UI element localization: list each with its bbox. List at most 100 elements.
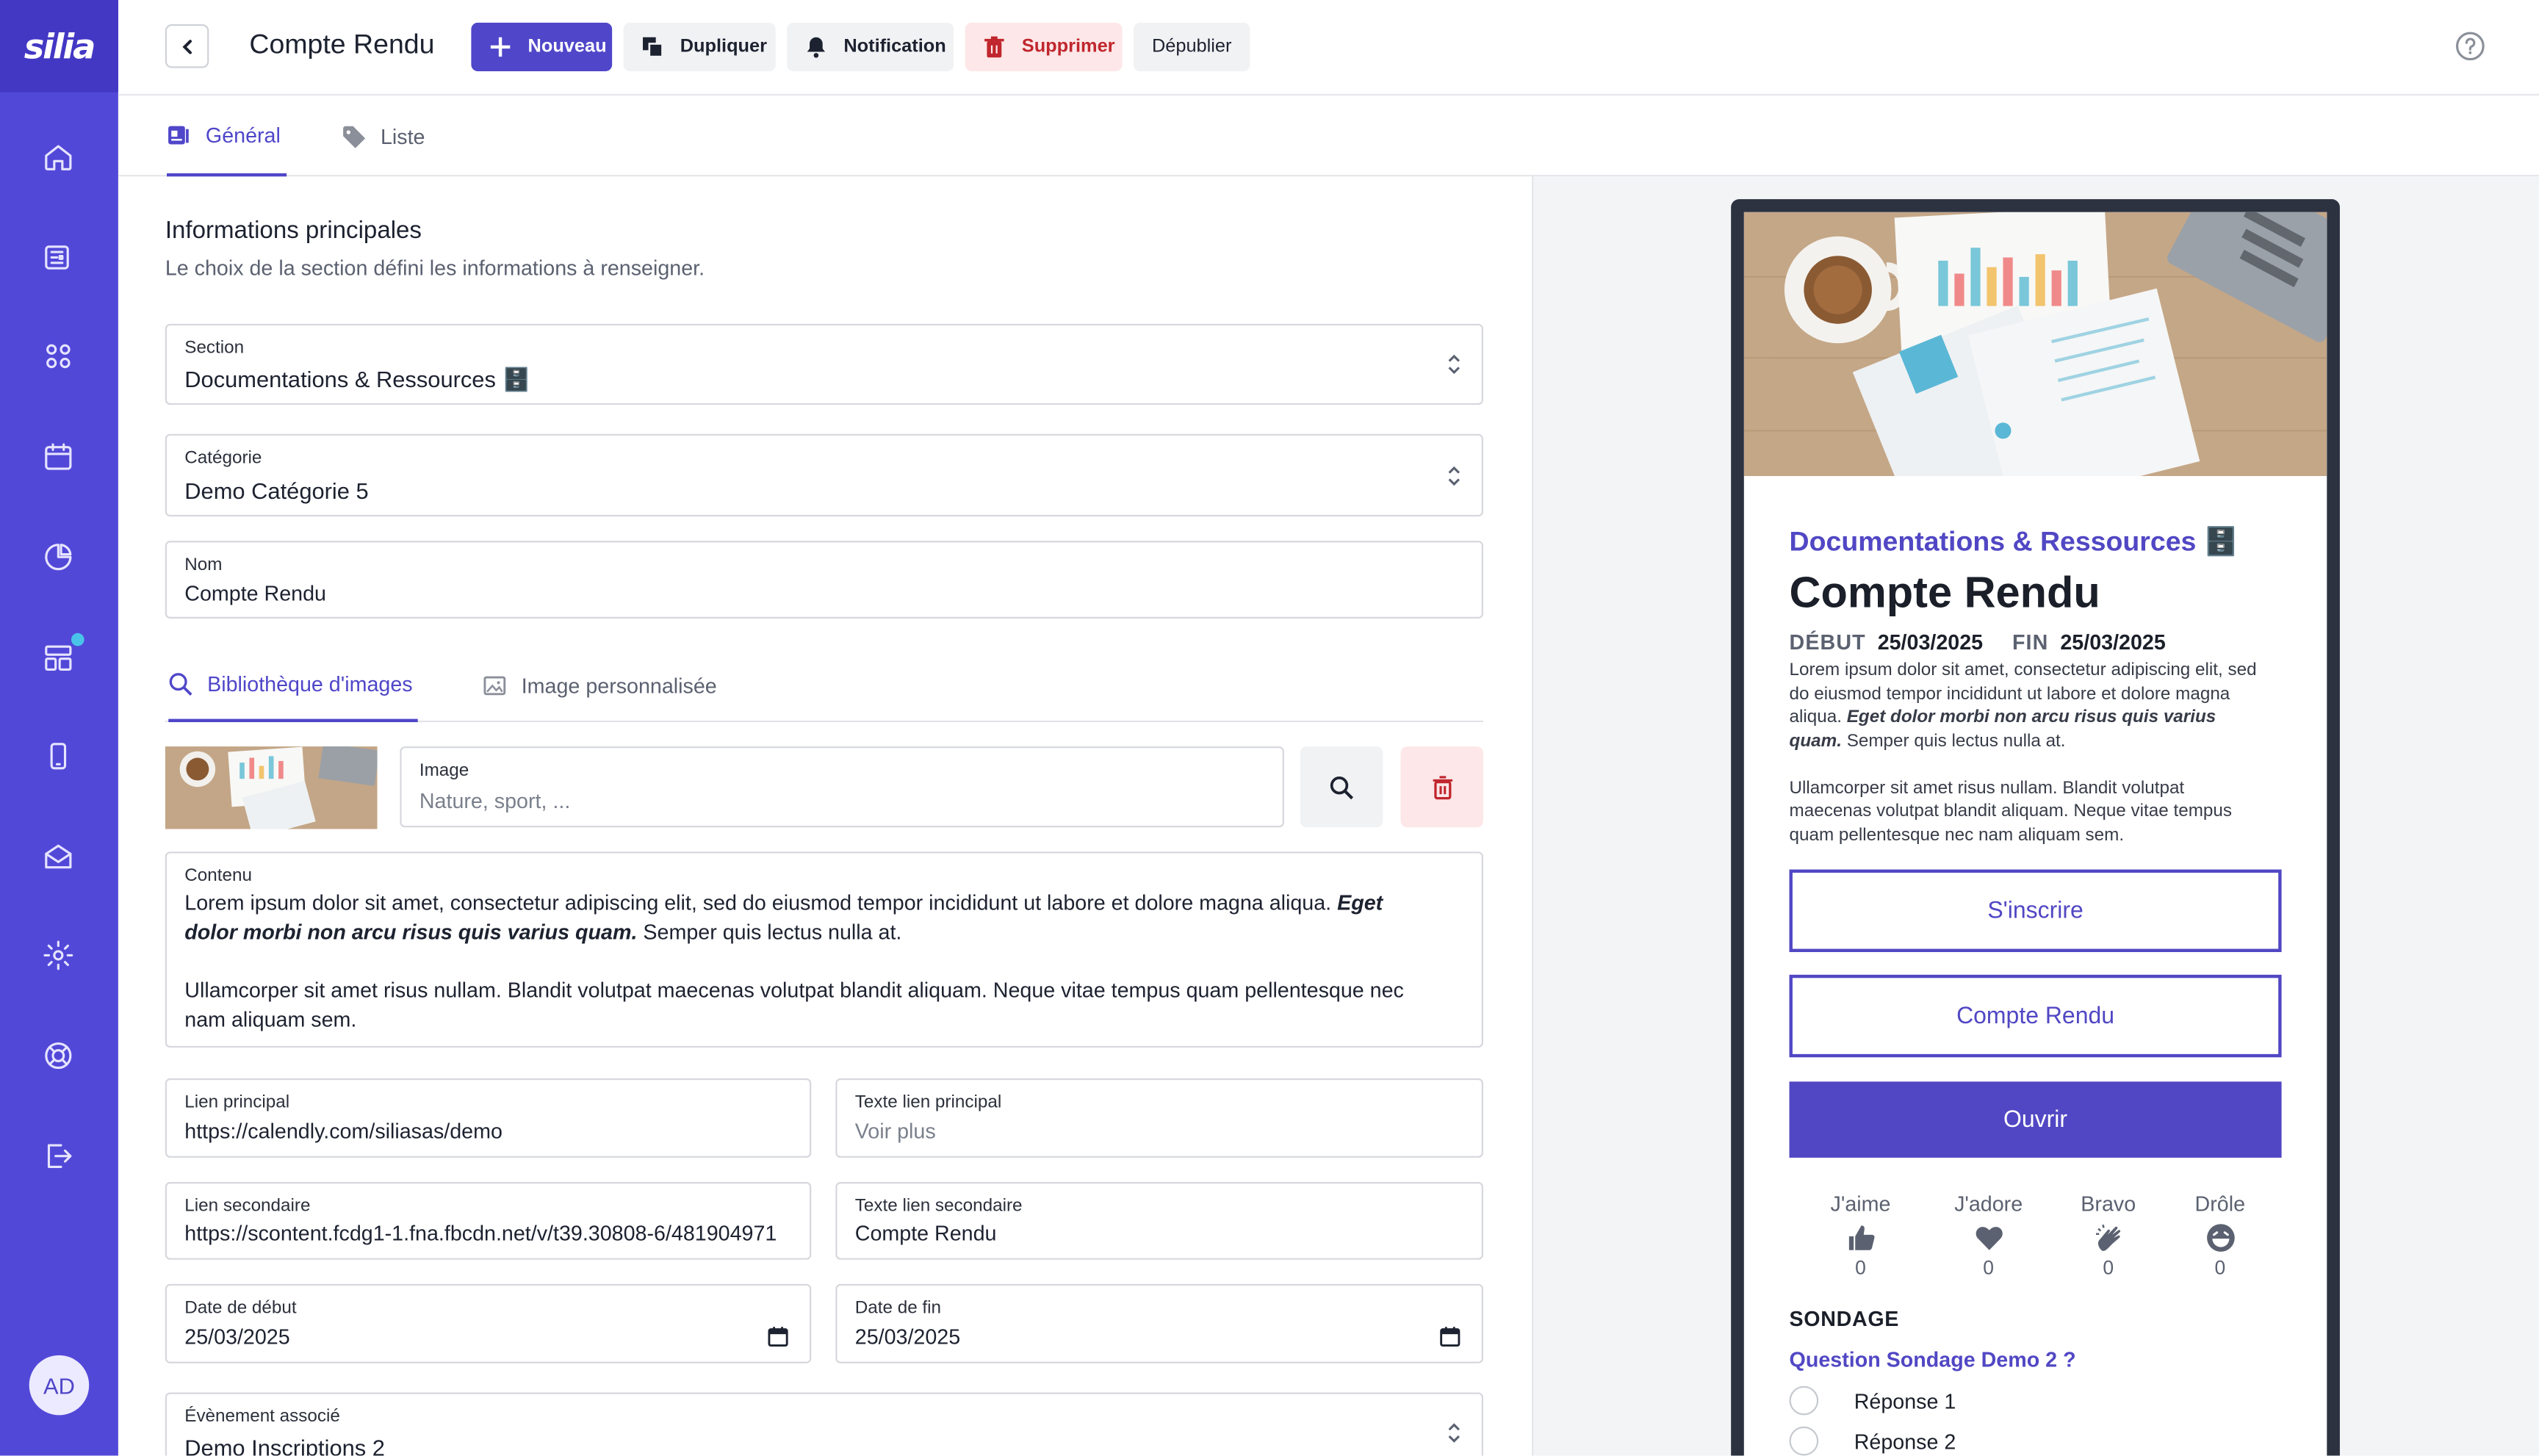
category-select[interactable]: Catégorie Demo Catégorie 5 [165,433,1483,517]
image-delete-button[interactable] [1400,746,1483,828]
back-button[interactable] [165,24,209,68]
radio-button[interactable] [1789,1426,1819,1456]
reaction-bravo-label: Bravo [2081,1192,2136,1217]
start-date-field[interactable]: Date de début 25/03/2025 [165,1283,812,1363]
end-date-field[interactable]: Date de fin 25/03/2025 [835,1283,1483,1363]
page-title: Compte Rendu [249,29,435,60]
end-date-label: Date de fin [854,1298,942,1319]
unpublish-button[interactable]: Dépublier [1133,22,1250,71]
end-date-value[interactable]: 25/03/2025 [855,1325,960,1349]
event-select[interactable]: Évènement associé Demo Inscriptions 2 [165,1392,1483,1456]
tab-general-label: Général [205,123,281,148]
mobile-icon[interactable] [39,737,78,776]
section-subtitle: Le choix de la section défini les inform… [165,256,705,281]
help-icon[interactable] [2455,31,2485,62]
reaction-bravo-count: 0 [2103,1256,2114,1280]
reaction-like[interactable]: J'aime 0 [1812,1192,1909,1279]
secondary-link-field[interactable]: Lien secondaire https://scontent.fcdg1-1… [165,1181,812,1260]
preview-secondary-button[interactable]: Compte Rendu [1789,974,2282,1058]
survey-answer-option[interactable]: Réponse 2 [1789,1426,1956,1456]
preview-survey-title: SONDAGE [1789,1306,1900,1331]
content-paragraph-1: Lorem ipsum dolor sit amet, consectetur … [184,890,1338,915]
preview-open-button[interactable]: Ouvrir [1789,1081,2282,1158]
app-logo[interactable]: silia [0,0,118,93]
tag-icon [343,125,366,148]
search-icon [169,673,192,696]
reaction-love-label: J'adore [1954,1192,2023,1217]
main-link-text-placeholder[interactable]: Voir plus [855,1119,936,1143]
survey-answer-option[interactable]: Réponse 1 [1789,1385,1956,1416]
main-tabs: Général Liste [118,97,2539,177]
preview-paragraph-2: Ullamcorper sit amet risus nullam. Bland… [1789,778,2233,845]
duplicate-button[interactable]: Dupliquer [623,22,776,71]
lifebuoy-icon[interactable] [39,1037,78,1075]
tab-image-library-label: Bibliothèque d'images [207,671,413,696]
home-icon[interactable] [39,137,78,176]
image-icon [483,676,506,696]
content-editor[interactable]: Contenu Lorem ipsum dolor sit amet, cons… [165,851,1483,1048]
preview-dates: DÉBUT 25/03/2025 FIN 25/03/2025 [1790,630,2166,654]
content-editor-text[interactable]: Lorem ipsum dolor sit amet, consectetur … [184,889,1433,1034]
main-link-value[interactable]: https://calendly.com/siliasas/demo [184,1119,796,1143]
calendar-icon[interactable] [39,437,78,476]
tab-custom-image-label: Image personnalisée [521,673,717,698]
tab-list[interactable]: Liste [342,97,425,175]
calendar-icon[interactable] [768,1326,789,1347]
category-select-label: Catégorie [184,448,262,468]
name-field[interactable]: Nom Compte Rendu [165,541,1483,619]
apps-icon[interactable] [39,336,78,375]
layout-icon[interactable] [39,638,78,677]
notification-dot [71,633,84,646]
secondary-link-text-label: Texte lien secondaire [854,1196,1023,1217]
section-select[interactable]: Section Documentations & Ressources 🗄️ [165,323,1483,406]
notification-button[interactable]: Notification [787,22,954,71]
preview-cover-image [1743,212,2327,477]
new-button[interactable]: Nouveau [471,22,613,71]
reaction-funny-label: Drôle [2194,1192,2246,1217]
reaction-like-label: J'aime [1830,1192,1891,1217]
image-search-button[interactable] [1300,746,1383,828]
bell-icon [807,37,825,58]
reaction-love-count: 0 [1983,1256,1995,1280]
image-search-placeholder[interactable]: Nature, sport, ... [419,788,570,812]
image-search-label: Image [419,760,469,781]
radio-button[interactable] [1789,1385,1819,1416]
mail-icon[interactable] [39,837,78,876]
pie-chart-icon[interactable] [39,538,78,577]
tab-general[interactable]: Général [167,97,287,177]
secondary-link-value[interactable]: https://scontent.fcdg1-1.fna.fbcdn.net/v… [184,1221,790,1245]
news-icon[interactable] [39,238,78,277]
avatar[interactable]: AD [29,1355,90,1416]
gear-icon[interactable] [39,936,78,975]
name-field-label: Nom [184,555,223,575]
preview-content: Lorem ipsum dolor sit amet, consectetur … [1790,659,2263,847]
tab-image-library[interactable]: Bibliothèque d'images [168,649,418,723]
secondary-link-text-value[interactable]: Compte Rendu [855,1221,997,1245]
header: Compte Rendu Nouveau Dupliquer Notificat… [118,0,2539,96]
calendar-icon[interactable] [1439,1326,1461,1347]
secondary-link-text-field[interactable]: Texte lien secondaire Compte Rendu [835,1181,1483,1260]
survey-answer-label: Réponse 1 [1854,1388,1956,1413]
preview-register-button[interactable]: S'inscrire [1789,869,2282,953]
trash-icon [1432,775,1452,799]
logout-icon[interactable] [39,1136,78,1175]
reaction-funny[interactable]: Drôle 0 [2172,1192,2269,1279]
image-thumbnail [165,746,378,829]
search-icon [1330,775,1354,799]
duplicate-button-label: Dupliquer [680,37,768,57]
tab-list-label: Liste [380,123,425,148]
main-link-text-field[interactable]: Texte lien principal Voir plus [835,1078,1483,1158]
name-field-value[interactable]: Compte Rendu [184,581,326,605]
main-link-field[interactable]: Lien principal https://calendly.com/sili… [165,1078,812,1158]
image-search-field[interactable]: Image Nature, sport, ... [400,746,1284,828]
reaction-love[interactable]: J'adore 0 [1940,1192,2037,1279]
content-paragraph-2: Ullamcorper sit amet risus nullam. Bland… [184,978,1404,1032]
preview-start-label: DÉBUT [1789,630,1866,655]
start-date-value[interactable]: 25/03/2025 [184,1325,289,1349]
section-select-label: Section [184,338,245,358]
heart-icon [1975,1227,2002,1250]
thumbs-up-icon [1848,1225,1874,1250]
tab-custom-image[interactable]: Image personnalisée [483,649,717,722]
delete-button[interactable]: Supprimer [965,22,1123,71]
reaction-bravo[interactable]: Bravo 0 [2060,1192,2157,1279]
